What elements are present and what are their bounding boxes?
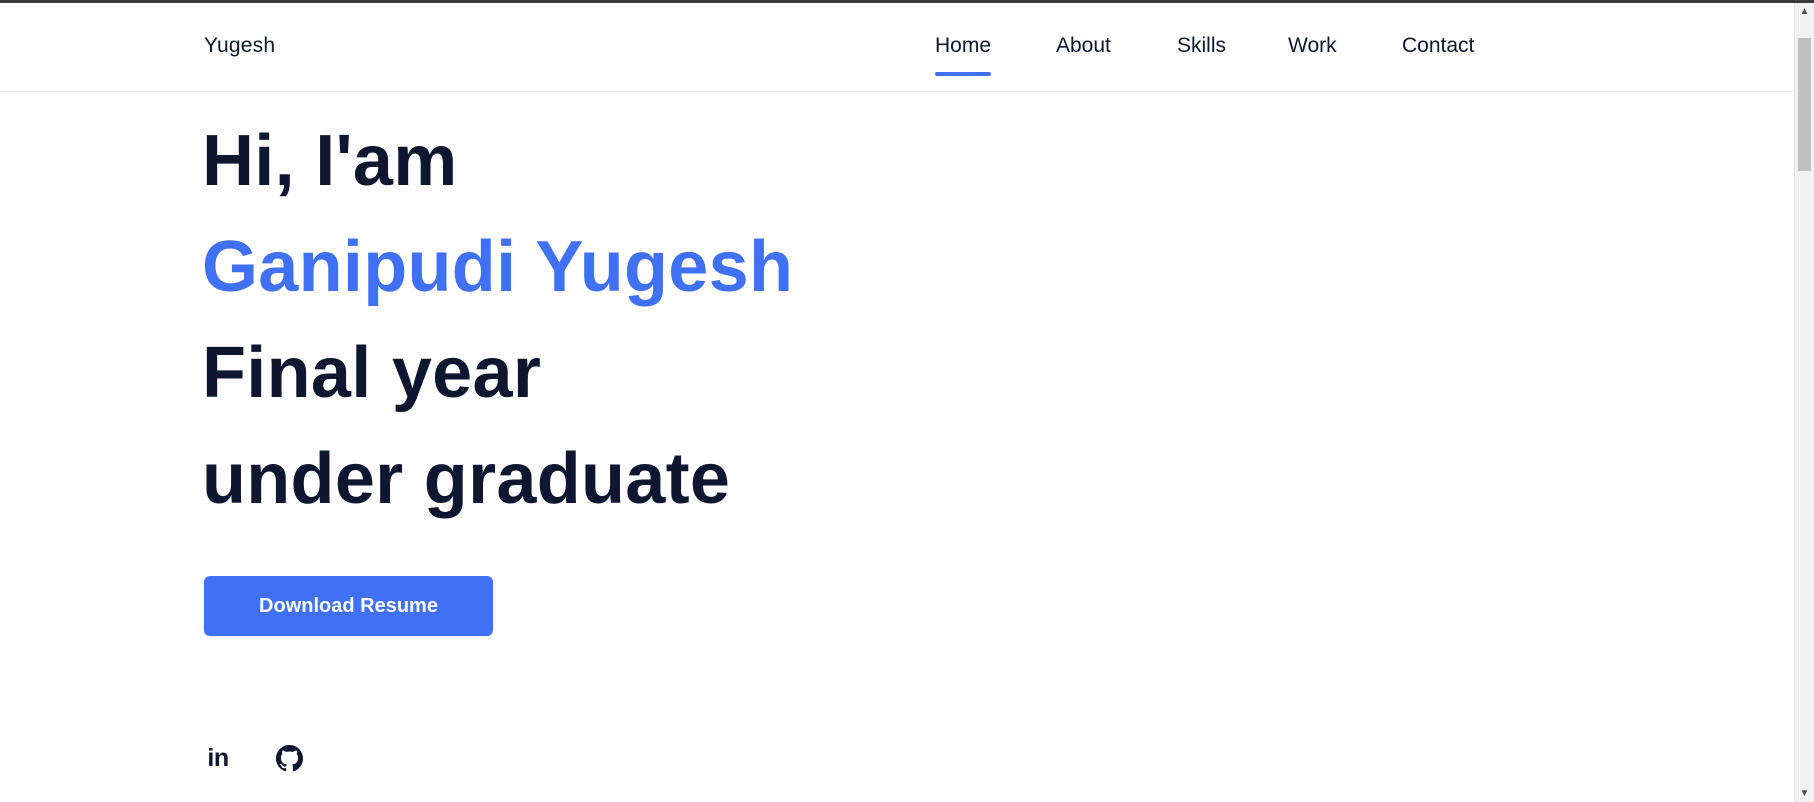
- nav-home[interactable]: Home: [935, 34, 992, 76]
- hero-title-line-1: Final year: [202, 333, 542, 413]
- nav-work[interactable]: Work: [1288, 34, 1337, 58]
- portfolio-page: Yugesh Home About Skills Work Contact Hi…: [0, 3, 1795, 802]
- site-logo[interactable]: Yugesh: [204, 34, 275, 58]
- hero-name: Ganipudi Yugesh: [202, 227, 794, 307]
- nav-contact[interactable]: Contact: [1402, 34, 1474, 58]
- scrollbar-thumb[interactable]: [1798, 38, 1811, 171]
- github-icon: [275, 744, 303, 771]
- linkedin-icon: in: [207, 743, 229, 772]
- scroll-down-arrow-icon[interactable]: ▼: [1795, 785, 1814, 802]
- linkedin-link[interactable]: in: [204, 744, 232, 772]
- vertical-scrollbar[interactable]: ▲ ▼: [1794, 3, 1814, 802]
- browser-viewport: Yugesh Home About Skills Work Contact Hi…: [0, 0, 1814, 802]
- nav-about[interactable]: About: [1056, 34, 1111, 58]
- site-header: Yugesh Home About Skills Work Contact: [0, 3, 1795, 92]
- hero-title-line-2: under graduate: [202, 439, 731, 519]
- nav-skills[interactable]: Skills: [1177, 34, 1226, 58]
- scroll-up-arrow-icon[interactable]: ▲: [1795, 3, 1814, 20]
- github-link[interactable]: [275, 744, 303, 772]
- hero-greeting: Hi, I'am: [202, 121, 458, 201]
- download-resume-button[interactable]: Download Resume: [204, 576, 493, 636]
